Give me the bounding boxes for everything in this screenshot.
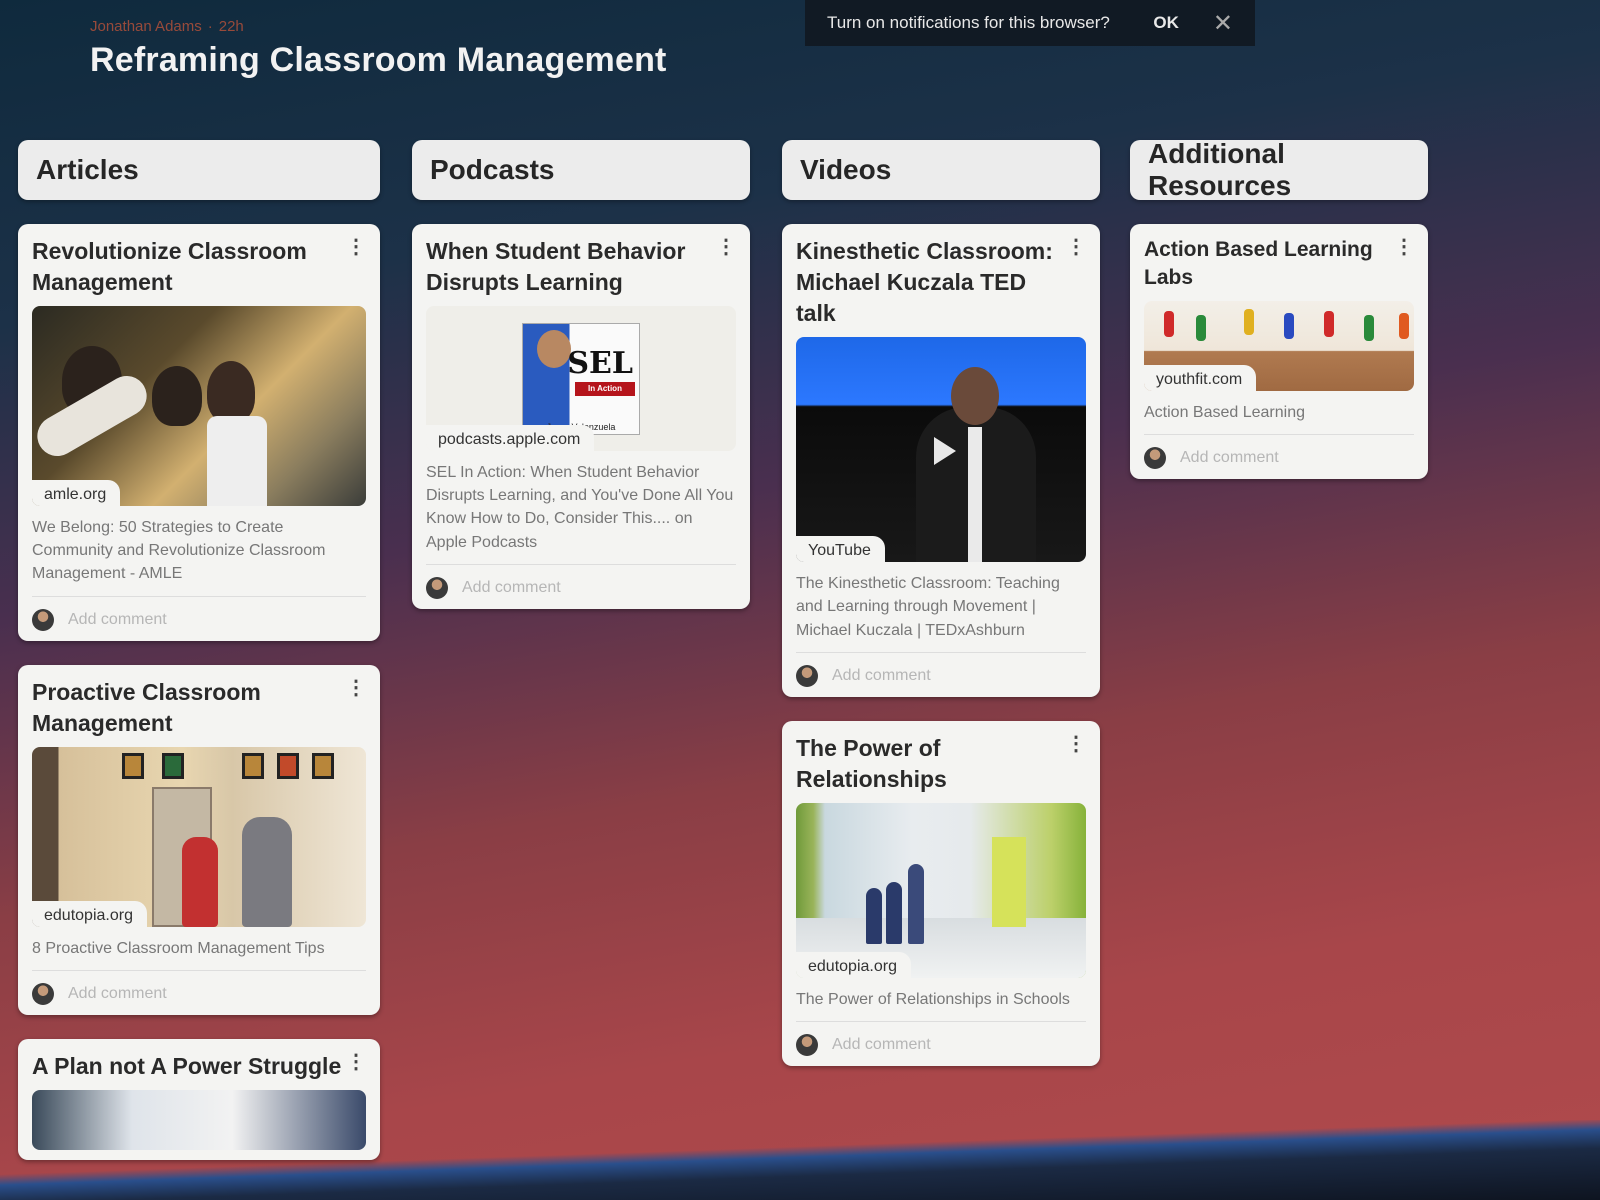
column-header[interactable]: Podcasts xyxy=(412,140,750,200)
notification-message: Turn on notifications for this browser? xyxy=(827,13,1110,32)
more-options-icon[interactable]: ⋮ xyxy=(346,234,366,259)
avatar xyxy=(796,1033,818,1056)
post-time: 22h xyxy=(218,18,244,35)
link-domain: YouTube xyxy=(796,536,885,563)
column-header[interactable]: Additional Resources xyxy=(1130,138,1428,201)
post-card[interactable]: ⋮ A Plan not A Power Struggle xyxy=(18,1038,380,1160)
link-description: We Belong: 50 Strategies to Create Commu… xyxy=(32,516,366,597)
card-title: Revolutionize Classroom Management xyxy=(32,238,307,296)
add-comment-input[interactable]: Add comment xyxy=(832,1036,931,1054)
avatar xyxy=(32,608,54,631)
play-icon[interactable] xyxy=(934,437,956,466)
comment-row: Add comment xyxy=(32,971,366,1005)
column-header[interactable]: Videos xyxy=(782,140,1100,200)
comment-row: Add comment xyxy=(1144,435,1414,469)
post-card[interactable]: ⋮ Revolutionize Classroom Management aml… xyxy=(18,224,380,641)
notification-banner: Turn on notifications for this browser? … xyxy=(805,0,1255,46)
author-separator: · xyxy=(207,18,213,35)
column-podcasts: Podcasts ⋮ When Student Behavior Disrupt… xyxy=(412,140,750,609)
comment-row: Add comment xyxy=(796,1022,1086,1056)
post-card[interactable]: ⋮ When Student Behavior Disrupts Learnin… xyxy=(412,224,750,609)
podcast-cover: SEL In Action Jorge Valenzuela xyxy=(522,322,640,435)
more-options-icon[interactable]: ⋮ xyxy=(1066,234,1086,259)
avatar xyxy=(426,576,448,599)
post-card[interactable]: ⋮ The Power of Relationships edutopia.or… xyxy=(782,720,1100,1066)
avatar xyxy=(32,982,54,1005)
podcast-cover-logo: SEL xyxy=(567,345,633,381)
podcast-cover-band: In Action xyxy=(575,381,635,396)
more-options-icon[interactable]: ⋮ xyxy=(346,675,366,700)
comment-row: Add comment xyxy=(426,565,736,599)
link-domain: amle.org xyxy=(32,480,121,507)
board-title: Reframing Classroom Management xyxy=(90,41,667,79)
link-thumbnail[interactable]: youthfit.com xyxy=(1144,300,1414,391)
link-description: The Kinesthetic Classroom: Teaching and … xyxy=(796,572,1086,653)
link-description: 8 Proactive Classroom Management Tips xyxy=(32,937,366,971)
link-thumbnail[interactable]: SEL In Action Jorge Valenzuela podcasts.… xyxy=(426,306,736,452)
more-options-icon[interactable]: ⋮ xyxy=(1066,731,1086,756)
card-title: Kinesthetic Classroom: Michael Kuczala T… xyxy=(796,238,1053,327)
card-title: A Plan not A Power Struggle xyxy=(32,1052,342,1079)
avatar xyxy=(1144,446,1166,469)
link-description: Action Based Learning xyxy=(1144,401,1414,435)
link-thumbnail[interactable]: edutopia.org xyxy=(32,746,366,927)
author-line: Jonathan Adams · 22h xyxy=(90,18,667,35)
link-description: SEL In Action: When Student Behavior Dis… xyxy=(426,461,736,565)
more-options-icon[interactable]: ⋮ xyxy=(1394,234,1414,259)
add-comment-input[interactable]: Add comment xyxy=(832,667,931,685)
board-header: Jonathan Adams · 22h Reframing Classroom M… xyxy=(90,18,667,80)
card-title: Action Based Learning Labs xyxy=(1144,238,1373,290)
add-comment-input[interactable]: Add comment xyxy=(68,611,167,629)
link-thumbnail[interactable]: edutopia.org xyxy=(796,802,1086,978)
column-videos: Videos ⋮ Kinesthetic Classroom: Michael … xyxy=(782,140,1100,1066)
column-additional-resources: Additional Resources ⋮ Action Based Lear… xyxy=(1130,138,1428,479)
notification-ok-button[interactable]: OK xyxy=(1153,13,1179,33)
author-name: Jonathan Adams xyxy=(90,18,202,35)
post-card[interactable]: ⋮ Proactive Classroom Management edutopi… xyxy=(18,664,380,1015)
link-thumbnail[interactable] xyxy=(32,1089,366,1150)
add-comment-input[interactable]: Add comment xyxy=(1180,449,1279,467)
add-comment-input[interactable]: Add comment xyxy=(462,579,561,597)
more-options-icon[interactable]: ⋮ xyxy=(346,1049,366,1074)
card-title: The Power of Relationships xyxy=(796,734,947,792)
link-thumbnail[interactable]: amle.org xyxy=(32,306,366,507)
link-thumbnail[interactable]: YouTube xyxy=(796,337,1086,563)
link-domain: youthfit.com xyxy=(1144,364,1257,391)
comment-row: Add comment xyxy=(796,653,1086,687)
card-title: Proactive Classroom Management xyxy=(32,678,261,736)
comment-row: Add comment xyxy=(32,597,366,631)
close-icon[interactable]: ✕ xyxy=(1213,9,1233,38)
column-header[interactable]: Articles xyxy=(18,140,380,200)
link-description: The Power of Relationships in Schools xyxy=(796,988,1086,1022)
post-card[interactable]: ⋮ Action Based Learning Labs youthfit.co… xyxy=(1130,224,1428,479)
column-articles: Articles ⋮ Revolutionize Classroom Manag… xyxy=(18,140,380,1160)
link-domain: edutopia.org xyxy=(32,900,147,927)
more-options-icon[interactable]: ⋮ xyxy=(716,234,736,259)
avatar xyxy=(796,664,818,687)
post-card[interactable]: ⋮ Kinesthetic Classroom: Michael Kuczala… xyxy=(782,224,1100,697)
link-domain: edutopia.org xyxy=(796,951,911,978)
add-comment-input[interactable]: Add comment xyxy=(68,985,167,1003)
link-domain: podcasts.apple.com xyxy=(426,425,595,452)
card-title: When Student Behavior Disrupts Learning xyxy=(426,238,686,296)
